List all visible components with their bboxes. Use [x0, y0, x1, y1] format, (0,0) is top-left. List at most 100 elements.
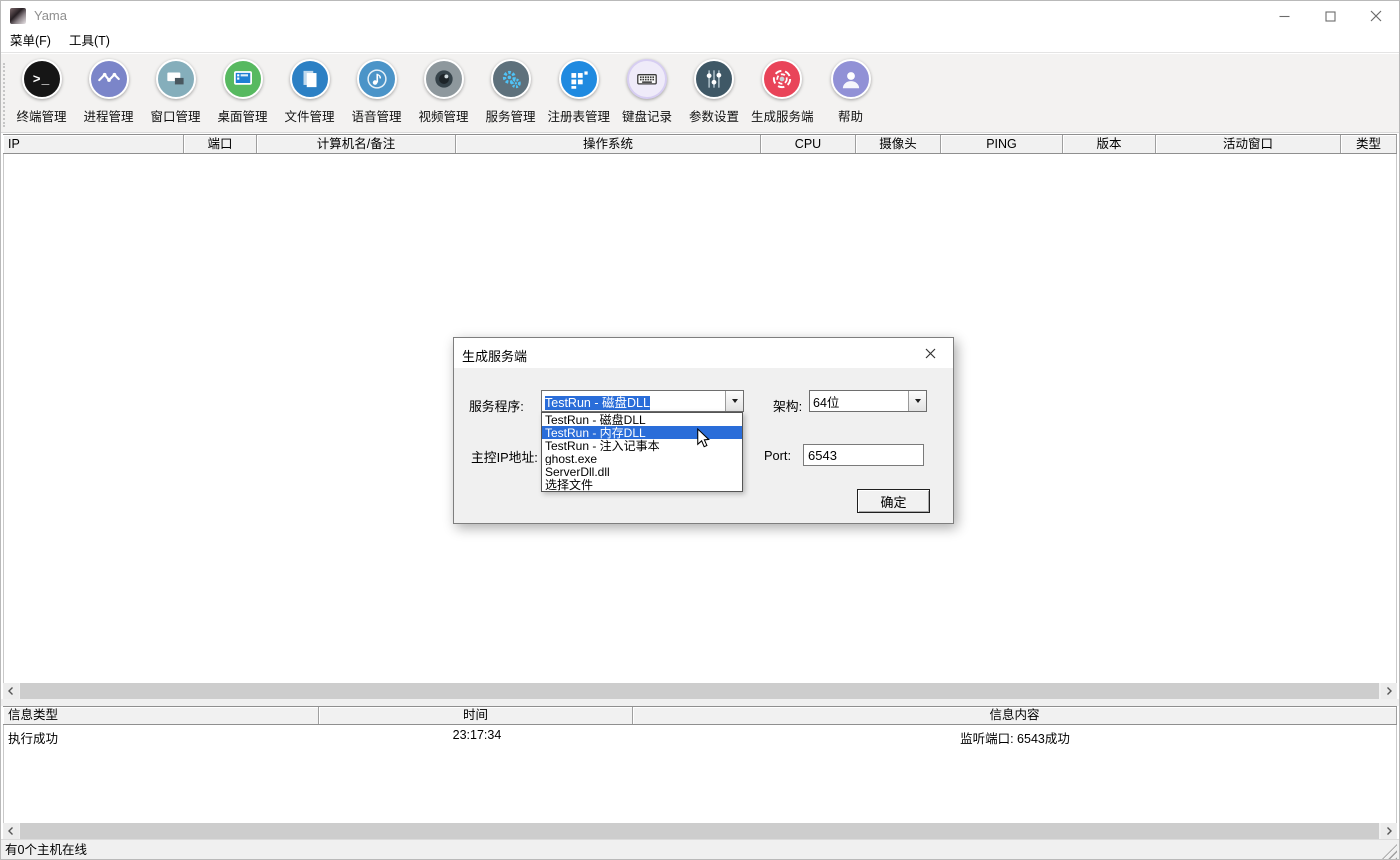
menu-item-0[interactable]: 菜单(F)	[1, 31, 60, 52]
toolbar-item-label: 窗口管理	[150, 106, 200, 125]
terminal-icon: >_	[22, 59, 62, 99]
scroll-right-button[interactable]	[1381, 823, 1397, 839]
combobox-selected-text: 64位	[810, 392, 908, 411]
voice-icon	[357, 59, 397, 99]
scroll-right-button[interactable]	[1381, 683, 1397, 699]
desktop-icon	[223, 59, 263, 99]
dropdown-item-1[interactable]: TestRun - 内存DLL	[542, 426, 742, 439]
info-column-header-0[interactable]: 信息类型	[3, 707, 319, 724]
main-column-header-6[interactable]: PING	[941, 135, 1063, 153]
info-column-header-1[interactable]: 时间	[319, 707, 633, 724]
main-column-header-0[interactable]: IP	[3, 135, 184, 153]
menu-bar: 菜单(F)工具(T)	[1, 31, 1399, 53]
scroll-left-button[interactable]	[3, 683, 19, 699]
toolbar-item-generate[interactable]: 生成服务端	[751, 59, 814, 125]
help-icon	[831, 59, 871, 99]
arch-combobox[interactable]: 64位	[809, 390, 927, 412]
window-title: Yama	[34, 8, 67, 23]
toolbar-item-window[interactable]: 窗口管理	[146, 59, 206, 125]
ok-button-label: 确定	[880, 492, 906, 511]
dropdown-item-4[interactable]: ServerDll.dll	[542, 465, 742, 478]
toolbar-item-help[interactable]: 帮助	[821, 59, 881, 125]
minimize-icon	[1279, 11, 1290, 22]
toolbar-item-label: 键盘记录	[622, 106, 672, 125]
dialog-close-button[interactable]	[908, 338, 953, 368]
settings-icon	[694, 59, 734, 99]
main-table-header: IP端口计算机名/备注操作系统CPU摄像头PING版本活动窗口类型	[3, 134, 1397, 154]
pane-splitter[interactable]	[1, 699, 1399, 706]
info-cell-2: 监听端口: 6543成功	[634, 728, 1396, 747]
arrow-down-icon	[915, 399, 921, 403]
info-row[interactable]: 执行成功23:17:34监听端口: 6543成功	[4, 728, 1396, 747]
service-program-combobox[interactable]: TestRun - 磁盘DLL	[541, 390, 744, 412]
toolbar-item-terminal[interactable]: >_ 终端管理	[12, 59, 72, 125]
dropdown-item-5[interactable]: 选择文件	[542, 478, 742, 491]
dropdown-item-0[interactable]: TestRun - 磁盘DLL	[542, 413, 742, 426]
toolbar-item-process[interactable]: 进程管理	[79, 59, 139, 125]
dialog-title-bar[interactable]: 生成服务端	[454, 338, 953, 368]
toolbar-item-voice[interactable]: 语音管理	[347, 59, 407, 125]
toolbar-item-label: 文件管理	[284, 106, 334, 125]
ok-button[interactable]: 确定	[857, 489, 930, 513]
menu-item-1[interactable]: 工具(T)	[60, 31, 119, 52]
main-column-header-4[interactable]: CPU	[761, 135, 856, 153]
status-text: 有0个主机在线	[5, 843, 87, 857]
chevron-left-icon	[7, 686, 15, 696]
dropdown-item-2[interactable]: TestRun - 注入记事本	[542, 439, 742, 452]
toolbar-item-label: 注册表管理	[548, 106, 611, 125]
scrollbar-thumb[interactable]	[20, 683, 1379, 699]
combobox-selected-text: TestRun - 磁盘DLL	[545, 396, 650, 410]
window-icon	[156, 59, 196, 99]
info-cell-0: 执行成功	[4, 728, 320, 747]
main-column-header-2[interactable]: 计算机名/备注	[257, 135, 456, 153]
main-column-header-9[interactable]: 类型	[1341, 135, 1397, 153]
generate-icon	[762, 59, 802, 99]
app-icon	[10, 8, 26, 24]
main-column-header-1[interactable]: 端口	[184, 135, 257, 153]
toolbar-item-label: 语音管理	[351, 106, 401, 125]
registry-icon	[559, 59, 599, 99]
toolbar: >_ 终端管理进程管理窗口管理桌面管理文件管理语音管理视频管理服务管理注册表管理键…	[1, 54, 1399, 133]
toolbar-item-label: 桌面管理	[217, 106, 267, 125]
toolbar-item-label: 参数设置	[689, 106, 739, 125]
toolbar-item-label: 进程管理	[83, 106, 133, 125]
arch-label: 架构:	[773, 396, 802, 415]
info-column-header-2[interactable]: 信息内容	[633, 707, 1397, 724]
toolbar-item-keyboard[interactable]: 键盘记录	[617, 59, 677, 125]
title-bar[interactable]: Yama	[1, 1, 1399, 31]
toolbar-item-settings[interactable]: 参数设置	[684, 59, 744, 125]
toolbar-item-registry[interactable]: 注册表管理	[548, 59, 611, 125]
master-ip-label: 主控IP地址:	[471, 447, 538, 466]
toolbar-item-label: 服务管理	[485, 106, 535, 125]
main-horizontal-scrollbar[interactable]	[3, 683, 1397, 699]
toolbar-item-label: 帮助	[838, 106, 863, 125]
toolbar-item-file[interactable]: 文件管理	[280, 59, 340, 125]
combobox-dropdown-button[interactable]	[725, 391, 743, 411]
toolbar-item-label: 终端管理	[16, 106, 66, 125]
dropdown-item-3[interactable]: ghost.exe	[542, 452, 742, 465]
toolbar-item-label: 生成服务端	[751, 106, 814, 125]
toolbar-item-label: 视频管理	[418, 106, 468, 125]
close-button[interactable]	[1353, 1, 1399, 31]
info-table-body[interactable]: 执行成功23:17:34监听端口: 6543成功	[3, 725, 1397, 823]
scroll-left-button[interactable]	[3, 823, 19, 839]
toolbar-item-video[interactable]: 视频管理	[414, 59, 474, 125]
toolbar-grip	[3, 63, 6, 127]
file-icon	[290, 59, 330, 99]
combobox-dropdown-button[interactable]	[908, 391, 926, 411]
minimize-button[interactable]	[1261, 1, 1307, 31]
toolbar-item-service[interactable]: 服务管理	[481, 59, 541, 125]
mouse-cursor	[696, 428, 710, 449]
scrollbar-thumb[interactable]	[20, 823, 1379, 839]
main-column-header-7[interactable]: 版本	[1063, 135, 1156, 153]
main-column-header-5[interactable]: 摄像头	[856, 135, 941, 153]
resize-grip[interactable]	[1382, 844, 1397, 859]
app-window: Yama 菜单(F)工具(T) >_ 终端管理进程管理窗口管理桌面管理文件管理语音…	[0, 0, 1400, 860]
toolbar-item-desktop[interactable]: 桌面管理	[213, 59, 273, 125]
maximize-button[interactable]	[1307, 1, 1353, 31]
main-column-header-8[interactable]: 活动窗口	[1156, 135, 1341, 153]
info-horizontal-scrollbar[interactable]	[3, 823, 1397, 839]
main-column-header-3[interactable]: 操作系统	[456, 135, 761, 153]
keyboard-icon	[627, 59, 667, 99]
port-input[interactable]	[803, 444, 924, 466]
